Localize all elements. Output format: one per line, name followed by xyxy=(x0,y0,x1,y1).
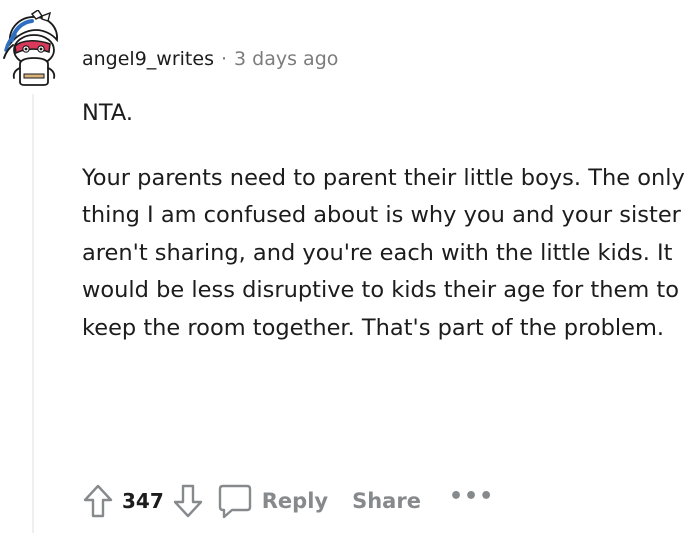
downvote-button[interactable] xyxy=(170,481,206,521)
comment-bubble-icon xyxy=(218,484,251,519)
snoo-avatar-icon xyxy=(3,9,58,86)
reply-button[interactable]: Reply xyxy=(218,483,328,519)
share-button[interactable]: Share xyxy=(352,489,421,513)
vote-score: 347 xyxy=(122,489,164,513)
comment-paragraph: Your parents need to parent their little… xyxy=(82,164,685,341)
more-options-button[interactable]: ••• xyxy=(449,486,494,508)
comment-meta: angel9_writes · 3 days ago xyxy=(82,44,338,74)
meta-separator: · xyxy=(220,48,228,70)
thread-line[interactable] xyxy=(32,94,34,533)
user-avatar[interactable] xyxy=(2,9,64,86)
upvote-arrow-icon xyxy=(83,484,113,518)
comment-timestamp[interactable]: 3 days ago xyxy=(234,48,338,70)
comment-actions: 347 Reply Share ••• xyxy=(80,480,494,522)
username-link[interactable]: angel9_writes xyxy=(82,48,214,70)
reply-label: Reply xyxy=(261,489,329,513)
upvote-button[interactable] xyxy=(80,481,116,521)
comment-paragraph: NTA. xyxy=(82,100,133,126)
ellipsis-icon: ••• xyxy=(448,484,495,509)
downvote-arrow-icon xyxy=(173,484,202,518)
comment-body: NTA. Your parents need to parent their l… xyxy=(82,95,692,348)
comment-card: angel9_writes · 3 days ago NTA. Your par… xyxy=(0,0,700,533)
